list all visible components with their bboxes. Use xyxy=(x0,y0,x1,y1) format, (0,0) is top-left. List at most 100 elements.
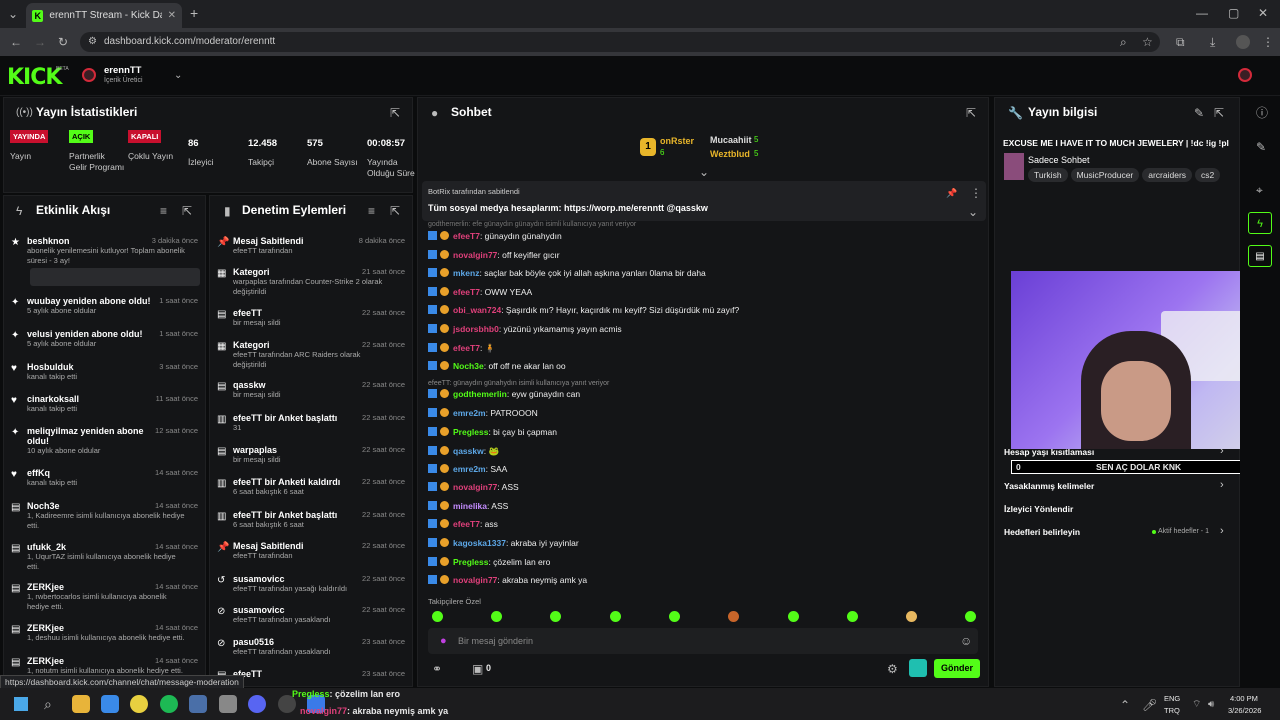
chrome-icon[interactable] xyxy=(130,695,148,713)
emote-icon[interactable] xyxy=(847,611,858,622)
chat-username[interactable]: kagoska1337 xyxy=(453,538,506,548)
mod-item[interactable]: 📌 Mesaj Sabitlendi efeeTT tarafından 22 saa… xyxy=(209,541,413,561)
activity-item[interactable]: ▤ ufukk_2k 1, UqurTAZ isimli kullanıcıya a… xyxy=(3,542,206,572)
emote-icon[interactable] xyxy=(491,611,502,622)
pin-icon[interactable]: 📌 xyxy=(946,186,957,200)
store-icon[interactable] xyxy=(101,695,119,713)
mod-item[interactable]: ▥ efeeTT bir Anket başlattı 31 22 saat önce xyxy=(209,413,413,433)
popout-stats-icon[interactable]: ⇱ xyxy=(390,106,400,120)
user-avatar[interactable] xyxy=(1238,68,1252,82)
chat-message[interactable]: qasskw: 🐸 xyxy=(428,446,499,457)
chat-message[interactable]: obi_wan724: Şaşırdık mı? Hayır, kaçırdık… xyxy=(428,305,739,315)
emote-icon[interactable] xyxy=(669,611,680,622)
emote-icon[interactable] xyxy=(906,611,917,622)
emote-icon[interactable] xyxy=(610,611,621,622)
chat-message[interactable]: efeeT7: ass xyxy=(428,519,498,529)
stream-tag[interactable]: cs2 xyxy=(1195,168,1221,182)
chat-username[interactable]: obi_wan724 xyxy=(453,305,501,315)
minimize-icon[interactable]: — xyxy=(1196,6,1208,20)
kick-logo[interactable]: KICK xyxy=(7,65,62,90)
channel-avatar[interactable] xyxy=(82,68,96,82)
chat-username[interactable]: Pregless xyxy=(453,427,488,437)
chat-message[interactable]: Noch3e: off off ne akar lan oo xyxy=(428,361,566,371)
mod-item[interactable]: ▥ efeeTT bir Anketi kaldırdı 6 saat bakışt… xyxy=(209,477,413,497)
chat-message[interactable]: minelika: ASS xyxy=(428,501,508,511)
pinned-menu-icon[interactable]: ⋮ xyxy=(970,186,982,200)
activity-item[interactable]: ♥ Hosbulduk kanalı takip etti 3 saat önce xyxy=(3,362,206,382)
chat-username[interactable]: novalgin77 xyxy=(453,575,497,585)
chat-message[interactable]: kagoska1337: akraba iyi yayinlar xyxy=(428,538,579,548)
chat-message[interactable]: godthemerlin: eyw günaydın can xyxy=(428,389,580,399)
info-row-label[interactable]: İzleyici Yönlendir xyxy=(1004,504,1073,514)
tray-mic-icon[interactable]: 🎤︎ xyxy=(1142,698,1157,712)
chat-message[interactable]: emre2m: SAA xyxy=(428,464,507,474)
mod-item[interactable]: ▤ efeeTT bir mesajı sildi 22 saat önce xyxy=(209,308,413,328)
channel-switch-chevron-icon[interactable]: ⌄ xyxy=(174,69,182,83)
download-icon[interactable]: ⤓ xyxy=(1210,35,1215,49)
chat-message[interactable]: emre2m: PATROOON xyxy=(428,408,538,418)
tab-search-icon[interactable]: ⌄ xyxy=(8,7,18,21)
chat-message[interactable]: novalgin77: off keyifler gıcır xyxy=(428,250,560,260)
expand-leaderboard-icon[interactable]: ⌄ xyxy=(699,165,709,179)
chat-message[interactable]: Pregless: çözelim lan ero xyxy=(428,557,550,567)
activity-item[interactable]: ✦ meliqyilmaz yeniden abone oldu! 10 aylık… xyxy=(3,426,206,456)
volume-icon[interactable]: 🔊︎ xyxy=(1208,698,1214,712)
emote-icon[interactable] xyxy=(728,611,739,622)
activity-item[interactable]: ▤ ZERKjee 1, rwbertocarlos isimli kullanıc… xyxy=(3,582,206,612)
back-icon[interactable]: ← xyxy=(10,35,22,49)
pencil-icon[interactable]: ✎ xyxy=(1256,140,1266,154)
popout-chat-icon[interactable]: ⇱ xyxy=(966,106,976,120)
filter-icon[interactable]: ≡ xyxy=(160,204,167,218)
zoom-icon[interactable]: ⌕ xyxy=(1120,35,1127,49)
spotify-icon[interactable] xyxy=(160,695,178,713)
activity-item[interactable]: ♥ effKq kanalı takip etti 14 saat önce xyxy=(3,468,206,488)
emote-icon[interactable] xyxy=(432,611,443,622)
bookmark-star-icon[interactable]: ☆ xyxy=(1142,35,1153,49)
chat-username[interactable]: efeeT7 xyxy=(453,287,480,297)
bot-avatar[interactable] xyxy=(909,659,927,677)
forward-icon[interactable]: → xyxy=(34,35,46,49)
chat-message[interactable]: mkenz: saçlar bak böyle çok iyi allah aş… xyxy=(428,268,706,278)
steam-icon[interactable] xyxy=(189,695,207,713)
stream-tag[interactable]: arcraiders xyxy=(1142,168,1193,182)
chat-username[interactable]: novalgin77 xyxy=(453,482,497,492)
chat-username[interactable]: godthemerlin xyxy=(453,389,507,399)
chat-username[interactable]: Noch3e xyxy=(453,361,484,371)
quick-actions-icon[interactable]: ϟ xyxy=(1248,212,1272,234)
mod-item[interactable]: ⊘ pasu0516 efeeTT tarafından yasaklandı 23 … xyxy=(209,637,413,657)
file-explorer-icon[interactable] xyxy=(72,695,90,713)
activity-item[interactable]: ▤ Noch3e 1, Kadireemre isimli kullanıcıya … xyxy=(3,501,206,531)
activity-item[interactable]: ✦ wuubay yeniden abone oldu! 5 aylık abone… xyxy=(3,296,206,316)
info-row-label[interactable]: Yasaklanmış kelimeler xyxy=(1004,481,1094,491)
chat-username[interactable]: qasskw xyxy=(453,446,484,456)
browser-tab[interactable]: K erennTT Stream - Kick Dashboard ✕ xyxy=(26,3,182,28)
chevron-right-icon[interactable]: › xyxy=(1220,525,1224,537)
popout-mod-icon[interactable]: ⇱ xyxy=(390,204,400,218)
notes-icon[interactable]: ▤ xyxy=(1248,245,1272,267)
mod-filter-icon[interactable]: ≡ xyxy=(368,204,375,218)
reload-icon[interactable]: ↻ xyxy=(58,35,68,49)
start-icon[interactable] xyxy=(14,697,28,711)
chat-username[interactable]: Pregless xyxy=(453,557,488,567)
chat-username[interactable]: mkenz xyxy=(453,268,479,278)
emoji-icon[interactable]: ☺ xyxy=(960,634,972,648)
lang-indicator[interactable]: ENG xyxy=(1164,694,1180,703)
chat-message[interactable]: Pregless: bi çay bi çapman xyxy=(428,427,557,437)
chat-message[interactable]: efeeT7: günaydın günahydın xyxy=(428,231,562,241)
info-row-label[interactable]: Hedefleri belirleyin xyxy=(1004,527,1080,537)
info-icon[interactable]: ⓘ xyxy=(1256,106,1268,120)
address-bar[interactable]: dashboard.kick.com/moderator/erenntt xyxy=(80,32,1160,52)
chevron-right-icon[interactable]: › xyxy=(1220,479,1224,491)
close-tab-icon[interactable]: ✕ xyxy=(168,10,176,21)
extensions-icon[interactable]: ⧉ xyxy=(1176,35,1185,49)
tray-chevron-icon[interactable]: ⌃ xyxy=(1120,698,1130,712)
mod-item[interactable]: ▤ warpaplas bir mesajı sildi 22 saat önce xyxy=(209,445,413,465)
popout-activity-icon[interactable]: ⇱ xyxy=(182,204,192,218)
new-tab-icon[interactable]: + xyxy=(190,6,198,20)
emote-icon[interactable] xyxy=(965,611,976,622)
activity-item[interactable]: ✦ velusi yeniden abone oldu! 5 aylık abone… xyxy=(3,329,206,349)
pinned-expand-icon[interactable]: ⌄ xyxy=(968,205,978,219)
chat-message[interactable]: jsdorsbhb0: yüzünü yıkamamış yayın acmis xyxy=(428,324,622,334)
chat-username[interactable]: novalgin77 xyxy=(453,250,497,260)
chat-settings-icon[interactable]: ⚙ xyxy=(887,662,898,676)
